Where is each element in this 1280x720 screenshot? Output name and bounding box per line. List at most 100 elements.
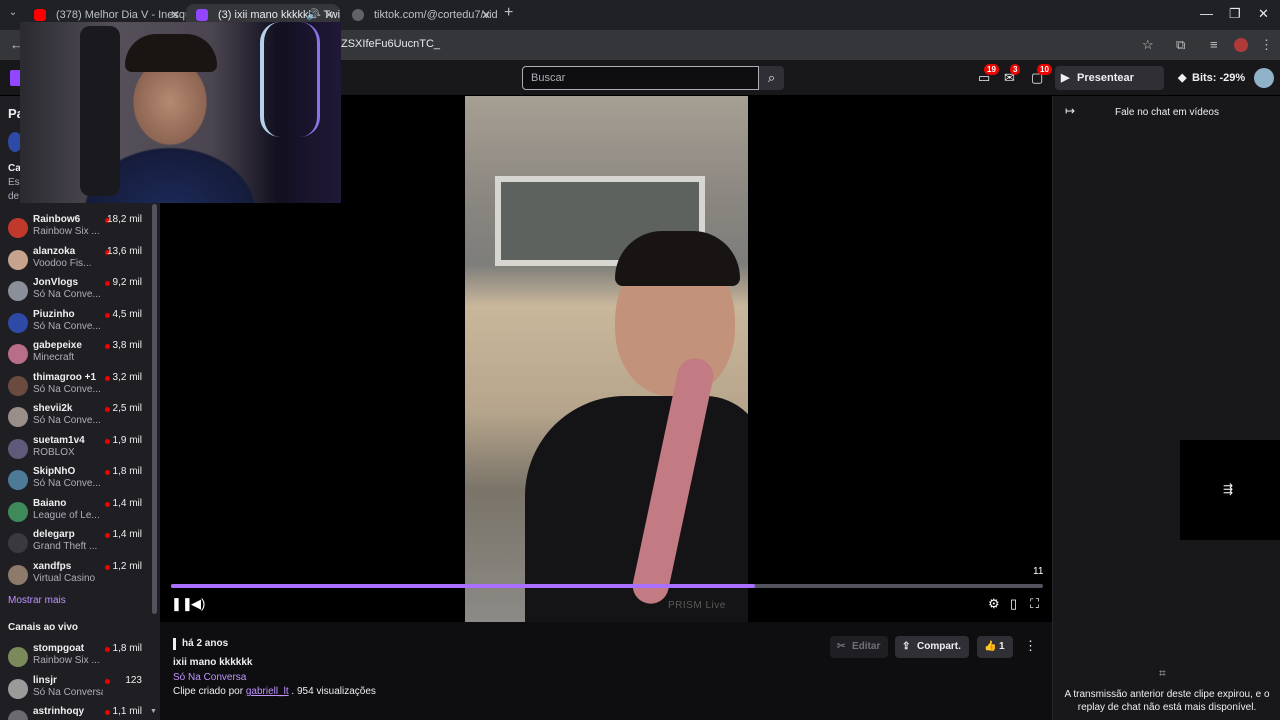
channel-game: Virtual Casino bbox=[33, 572, 96, 584]
menu-dots-icon[interactable]: ⋮ bbox=[1260, 37, 1273, 53]
channel-avatar bbox=[8, 344, 28, 364]
minimize-icon[interactable]: — bbox=[1200, 6, 1213, 21]
channel-avatar bbox=[8, 218, 28, 238]
sidebar-channel-item[interactable]: linsjr Só Na Conversa 123 bbox=[0, 675, 152, 706]
channel-game: Só Na Conve... bbox=[33, 383, 101, 395]
mini-player-icon: ⇶ bbox=[1223, 482, 1234, 496]
search-icon[interactable]: ⌕ bbox=[759, 66, 784, 90]
gift-turbo-button[interactable]: ▶Presentear Turbo bbox=[1055, 66, 1164, 108]
viewer-count: 18,2 mil bbox=[106, 214, 142, 225]
webcam-chair bbox=[80, 26, 120, 196]
bookmark-star-icon[interactable]: ☆ bbox=[1142, 37, 1154, 53]
profile-icon[interactable] bbox=[1234, 38, 1248, 52]
live-dot-icon bbox=[105, 281, 110, 286]
show-more-link[interactable]: Mostrar mais bbox=[8, 595, 66, 606]
channel-avatar bbox=[8, 375, 28, 396]
channel-name: stompgoat bbox=[33, 643, 85, 654]
new-tab-icon[interactable]: + bbox=[504, 4, 513, 22]
scroll-down-icon[interactable]: ▼ bbox=[150, 708, 157, 715]
channel-avatar bbox=[8, 407, 28, 427]
sidebar-scrollbar[interactable] bbox=[152, 204, 157, 614]
twitch-favicon-icon bbox=[196, 9, 208, 21]
viewer-count: 3,8 mil bbox=[112, 340, 142, 351]
channel-name: Baiano bbox=[33, 497, 67, 509]
sidebar-section-title: Ca bbox=[8, 163, 21, 174]
inbox-icon[interactable]: ✉ 3 bbox=[1004, 64, 1022, 86]
sidebar-channel-item[interactable]: thimagroo +1 Só Na Conve... 3,2 mil bbox=[0, 372, 152, 403]
share-button[interactable]: ⇪ Compart. bbox=[895, 636, 969, 658]
user-avatar[interactable] bbox=[1254, 68, 1274, 88]
prime-loot-icon[interactable]: ▭ 19 bbox=[978, 64, 999, 86]
live-dot-icon bbox=[105, 647, 110, 652]
more-options-icon[interactable]: ⋮ bbox=[1024, 638, 1037, 654]
extensions-icon[interactable]: ⧉ bbox=[1176, 37, 1185, 53]
like-button[interactable]: 👍 1 bbox=[977, 636, 1013, 658]
channel-avatar bbox=[8, 501, 28, 522]
sidebar-channel-item[interactable]: JonVlogs Só Na Conve... 9,2 mil bbox=[0, 277, 152, 308]
volume-icon[interactable]: ◀) bbox=[191, 596, 205, 612]
search-input[interactable]: Buscar bbox=[522, 66, 759, 90]
sidebar-channel-item[interactable]: suetam1v4 ROBLOX 1,9 mil bbox=[0, 435, 152, 466]
channel-name: Piuzinho bbox=[33, 308, 75, 320]
bits-label: Bits: -29% bbox=[1192, 72, 1246, 84]
share-icon: ⇪ bbox=[902, 641, 911, 652]
notification-badge: 10 bbox=[1037, 64, 1052, 75]
theatre-mode-icon[interactable]: ▯ bbox=[1010, 596, 1017, 612]
channel-game: Só Na Conve... bbox=[33, 289, 101, 300]
chat-expired-notice: A transmissão anterior deste clipe expir… bbox=[1064, 689, 1270, 713]
created-by-label: Clipe criado por bbox=[173, 686, 244, 697]
clip-creator-link[interactable]: gabriell_lt bbox=[246, 686, 289, 697]
channel-name: delegarp bbox=[33, 529, 75, 540]
close-tab-icon[interactable]: ✕ bbox=[481, 4, 491, 26]
channel-avatar bbox=[8, 470, 28, 490]
channel-name: JonVlogs bbox=[33, 277, 79, 288]
live-dot-icon bbox=[105, 501, 110, 507]
channel-name: SkipNhO bbox=[33, 466, 76, 477]
bits-button[interactable]: ◆ Bits: -29% bbox=[1172, 66, 1246, 90]
notification-badge: 19 bbox=[984, 64, 999, 75]
sidebar-channel-item[interactable]: astrinhoqy 1,1 mil bbox=[0, 706, 152, 720]
sidebar-channel-item[interactable]: xandfps Virtual Casino 1,2 mil bbox=[0, 561, 152, 592]
video-person bbox=[525, 226, 748, 622]
channel-game: Grand Theft ... bbox=[33, 541, 98, 552]
clip-title: ixii mano kkkkkk bbox=[173, 657, 253, 668]
tab-search-icon[interactable]: ⌄ bbox=[6, 7, 20, 21]
live-dot-icon bbox=[105, 470, 110, 475]
channel-name: Rainbow6 bbox=[33, 214, 81, 225]
sidebar-channel-item[interactable]: gabepeixe Minecraft 3,8 mil bbox=[0, 340, 152, 371]
url-field[interactable]: ZSXIfeFu6UucnTC_ bbox=[341, 38, 440, 50]
channel-name: xandfps bbox=[33, 560, 72, 572]
sidebar-channel-item[interactable]: Piuzinho Só Na Conve... 4,5 mil bbox=[0, 309, 152, 340]
live-dot-icon bbox=[105, 533, 110, 538]
live-dot-icon bbox=[105, 312, 110, 318]
sidebar-channel-item[interactable]: Rainbow6 Rainbow Six ... 18,2 mil bbox=[0, 214, 152, 245]
close-window-icon[interactable]: ✕ bbox=[1258, 6, 1269, 22]
browser-tab-tiktok[interactable]: tiktok.com/@cortedu7/video/7 ✕ bbox=[342, 4, 497, 30]
sidebar-channel-item[interactable]: shevii2k Só Na Conve... 2,5 mil bbox=[0, 403, 152, 434]
sidebar-channel-item[interactable]: stompgoat Rainbow Six ... 1,8 mil bbox=[0, 643, 152, 674]
channel-name: suetam1v4 bbox=[33, 434, 85, 446]
viewer-count: 13,6 mil bbox=[106, 245, 142, 257]
progress-bar[interactable] bbox=[171, 584, 1043, 588]
sidebar-channel-item[interactable]: delegarp Grand Theft ... 1,4 mil bbox=[0, 529, 152, 560]
sidebar-channel-item[interactable]: alanzoka Voodoo Fis... 13,6 mil bbox=[0, 246, 152, 277]
channel-game: Rainbow Six ... bbox=[33, 655, 100, 666]
sidebar-channel-item[interactable]: Baiano League of Le... 1,4 mil bbox=[0, 498, 152, 529]
media-icon[interactable]: ≡ bbox=[1210, 37, 1218, 52]
viewer-count: 1,4 mil bbox=[112, 529, 142, 540]
pause-icon[interactable]: ❚❚ bbox=[171, 596, 193, 612]
channel-avatar bbox=[8, 249, 28, 270]
viewer-count: 123 bbox=[125, 674, 142, 686]
clip-info-panel: há 2 anos ixii mano kkkkkk Só Na Convers… bbox=[160, 622, 1052, 720]
sidebar-section-sub: de bbox=[8, 191, 20, 202]
settings-gear-icon[interactable]: ⚙ bbox=[988, 596, 1000, 612]
edit-button[interactable]: ✂ Editar bbox=[830, 636, 889, 658]
sidebar-channel-item[interactable]: SkipNhO Só Na Conve... 1,8 mil bbox=[0, 466, 152, 497]
restore-icon[interactable]: ❐ bbox=[1229, 6, 1241, 22]
mini-player-thumbnail[interactable]: ⇶ bbox=[1180, 440, 1280, 540]
chat-panel: ↦ Fale no chat em vídeos ⌗ A transmissão… bbox=[1052, 96, 1280, 720]
clip-category-link[interactable]: Só Na Conversa bbox=[173, 672, 246, 683]
notifications-icon[interactable]: ▢ 10 bbox=[1031, 64, 1052, 86]
channel-game: Voodoo Fis... bbox=[33, 257, 92, 269]
fullscreen-icon[interactable]: ⛶ bbox=[1030, 596, 1039, 612]
